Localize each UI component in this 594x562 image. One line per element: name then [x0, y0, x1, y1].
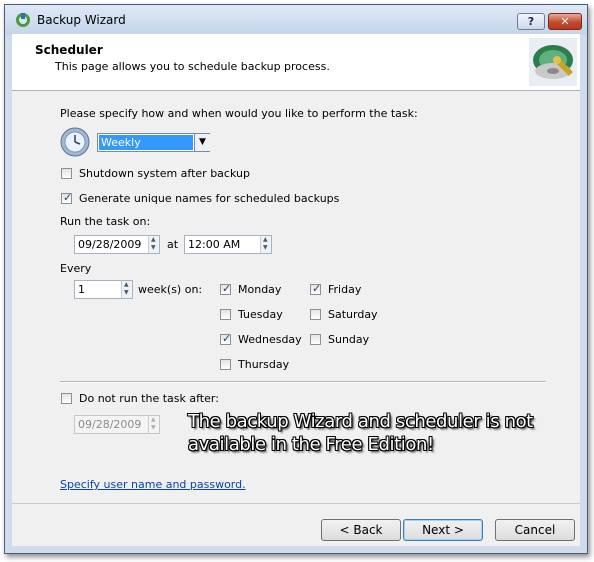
run-time-field[interactable]: 12:00 AM ▲ ▼ — [184, 235, 272, 254]
wizard-header: Scheduler This page allows you to schedu… — [12, 34, 580, 91]
check-icon: ✓ — [312, 282, 322, 295]
footer-divider — [12, 503, 580, 504]
friday-checkbox[interactable]: ✓ — [310, 282, 322, 295]
saturday-checkbox[interactable] — [310, 309, 321, 320]
shutdown-checkbox[interactable] — [61, 168, 72, 179]
frequency-dropdown[interactable]: Weekly ▼ — [97, 133, 210, 152]
shutdown-label: Shutdown system after backup — [79, 167, 250, 180]
app-icon — [15, 12, 31, 28]
run-date-field[interactable]: 09/28/2009 ▲ ▼ — [74, 235, 160, 254]
check-icon: ✓ — [222, 282, 232, 295]
cancel-button[interactable]: Cancel — [495, 519, 575, 541]
wizard-content: Please specify how and when would you li… — [12, 91, 580, 546]
do-not-run-checkbox[interactable] — [61, 393, 72, 404]
run-date-value: 09/28/2009 — [78, 238, 142, 251]
wednesday-label: Wednesday — [238, 333, 302, 346]
next-button[interactable]: Next > — [403, 519, 483, 541]
saturday-label: Saturday — [328, 308, 378, 321]
help-button[interactable]: ? — [517, 13, 545, 30]
clock-icon — [60, 127, 90, 157]
unique-names-label: Generate unique names for scheduled back… — [79, 192, 340, 205]
divider — [60, 381, 546, 383]
end-date-field[interactable]: 09/28/2009 ▲ ▼ — [74, 415, 160, 434]
frequency-selected-value: Weekly — [99, 135, 193, 150]
window-title: Backup Wizard — [37, 13, 126, 27]
run-date-spinner[interactable]: ▲ ▼ — [148, 236, 159, 253]
end-date-spinner[interactable]: ▲ ▼ — [148, 416, 159, 433]
monday-checkbox[interactable]: ✓ — [220, 282, 232, 295]
friday-label: Friday — [328, 283, 362, 296]
end-date-value: 09/28/2009 — [78, 418, 142, 431]
page-title: Scheduler — [35, 43, 103, 57]
run-time-value: 12:00 AM — [188, 238, 241, 251]
every-label: Every — [60, 262, 92, 275]
close-button[interactable]: ✕ — [548, 13, 582, 30]
schedule-prompt: Please specify how and when would you li… — [60, 107, 418, 120]
monday-label: Monday — [238, 283, 282, 296]
sunday-label: Sunday — [328, 333, 370, 346]
free-edition-notice: The backup Wizard and scheduler is not a… — [188, 410, 533, 456]
do-not-run-label: Do not run the task after: — [79, 392, 219, 405]
check-icon: ✓ — [63, 191, 73, 204]
every-weeks-value: 1 — [78, 283, 85, 296]
backup-wizard-window: Backup Wizard ? ✕ Scheduler This page al… — [4, 4, 588, 554]
run-on-label: Run the task on: — [60, 215, 151, 228]
run-time-spinner[interactable]: ▲ ▼ — [260, 236, 271, 253]
unique-names-checkbox[interactable]: ✓ — [61, 191, 73, 204]
page-subtitle: This page allows you to schedule backup … — [55, 60, 330, 73]
wednesday-checkbox[interactable]: ✓ — [220, 332, 232, 345]
weeks-on-label: week(s) on: — [138, 283, 203, 296]
every-weeks-spinner[interactable]: ▲ ▼ — [121, 281, 132, 298]
at-label: at — [167, 238, 179, 251]
notice-line-2: available in the Free Edition! — [188, 434, 434, 455]
thursday-label: Thursday — [238, 358, 290, 371]
every-weeks-field[interactable]: 1 ▲ ▼ — [74, 280, 133, 299]
user-credentials-link[interactable]: Specify user name and password. — [60, 478, 246, 491]
back-button[interactable]: < Back — [321, 519, 401, 541]
check-icon: ✓ — [222, 332, 232, 345]
notice-line-1: The backup Wizard and scheduler is not — [188, 411, 533, 432]
thursday-checkbox[interactable] — [220, 359, 231, 370]
chevron-down-icon[interactable]: ▼ — [194, 134, 210, 151]
title-bar[interactable]: Backup Wizard ? ✕ — [5, 5, 587, 35]
disc-backup-icon — [529, 38, 577, 86]
sunday-checkbox[interactable] — [310, 334, 321, 345]
tuesday-label: Tuesday — [238, 308, 283, 321]
tuesday-checkbox[interactable] — [220, 309, 231, 320]
